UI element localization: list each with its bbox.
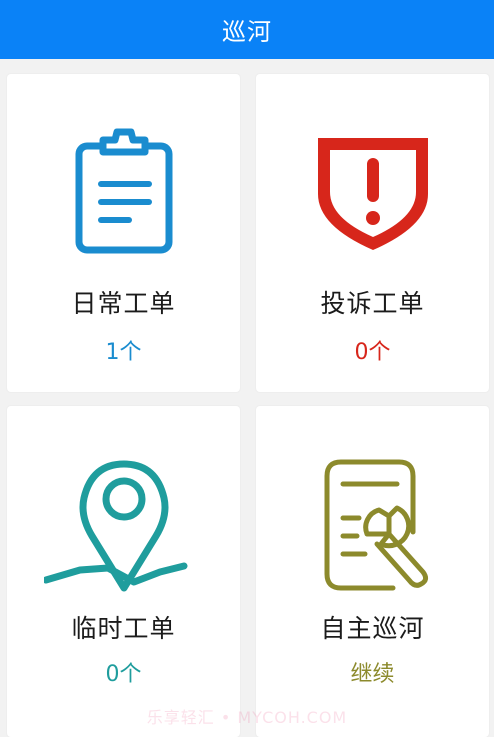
temporary-work-order-title: 临时工单	[71, 614, 176, 643]
daily-work-order-count: 1个	[105, 340, 142, 365]
page-title: 巡河	[222, 18, 272, 46]
self-patrol-card[interactable]: 自主巡河 继续	[256, 406, 489, 737]
complaint-work-order-title: 投诉工单	[320, 289, 425, 318]
work-order-grid: 日常工单 1个 投诉工单 0个 临时工单 0个 自主巡河 继续	[0, 59, 494, 737]
self-patrol-continue: 继续	[350, 662, 395, 687]
app-header: 巡河	[0, 0, 494, 59]
temporary-work-order-card[interactable]: 临时工单 0个	[7, 406, 240, 737]
map-pin-icon	[42, 454, 204, 594]
complaint-work-order-card[interactable]: 投诉工单 0个	[256, 74, 489, 392]
alert-shield-icon	[308, 124, 438, 254]
daily-work-order-title: 日常工单	[71, 289, 176, 318]
clipboard-icon	[59, 124, 189, 254]
document-wrench-icon	[293, 454, 453, 594]
self-patrol-title: 自主巡河	[320, 614, 425, 643]
temporary-work-order-count: 0个	[105, 662, 142, 687]
complaint-work-order-count: 0个	[354, 340, 391, 365]
daily-work-order-card[interactable]: 日常工单 1个	[7, 74, 240, 392]
